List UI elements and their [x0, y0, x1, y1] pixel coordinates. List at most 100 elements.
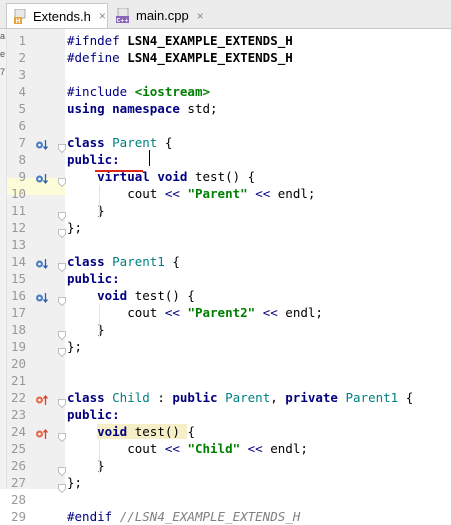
line-number: 18: [10, 322, 26, 337]
code-line: };: [67, 474, 82, 491]
h-file-icon: H: [13, 8, 28, 25]
strip-char: 7: [0, 67, 6, 77]
overrides-up-icon[interactable]: [35, 391, 49, 405]
line-number: 12: [10, 220, 26, 235]
fold-marker-icon[interactable]: [58, 478, 66, 494]
code-token: <<: [164, 305, 180, 320]
code-line: class Parent {: [67, 134, 172, 151]
tab-extends-h[interactable]: H Extends.h ×: [6, 3, 108, 28]
line-number: 6: [18, 118, 26, 133]
line-number: 25: [10, 441, 26, 456]
implemented-down-icon[interactable]: [35, 170, 49, 185]
code-line: void test() {: [67, 423, 195, 440]
code-line: public:: [67, 151, 120, 168]
code-token: public:: [67, 271, 120, 286]
svg-text:H: H: [16, 18, 21, 24]
fold-marker-icon[interactable]: [58, 172, 66, 188]
code-token: :: [149, 390, 173, 405]
line-number: 10: [10, 186, 26, 201]
code-token: LSN4_EXAMPLE_EXTENDS_H: [127, 50, 293, 65]
code-token: {: [398, 390, 414, 405]
code-token: #define: [67, 50, 128, 65]
code-token: endl;: [270, 186, 316, 201]
code-token: };: [67, 475, 83, 490]
code-token: {: [187, 424, 195, 439]
code-token: endl;: [262, 441, 308, 456]
fold-marker-icon[interactable]: [58, 206, 66, 222]
fold-marker-icon[interactable]: [58, 461, 66, 477]
fold-marker-icon[interactable]: [58, 393, 66, 409]
close-tab-icon[interactable]: ×: [99, 9, 106, 23]
code-token: std;: [187, 101, 218, 116]
line-number: 11: [10, 203, 26, 218]
line-number: 9: [18, 169, 26, 184]
svg-text:C++: C++: [117, 18, 129, 23]
code-token: class: [67, 390, 113, 405]
code-token: Child: [112, 390, 150, 405]
line-number: 14: [10, 254, 26, 269]
code-token: Parent1: [345, 390, 399, 405]
fold-marker-icon[interactable]: [58, 223, 66, 239]
code-token: <iostream>: [134, 84, 210, 99]
fold-marker-icon[interactable]: [58, 427, 66, 443]
implemented-down-icon[interactable]: [35, 255, 49, 270]
code-token: #include: [67, 84, 135, 99]
code-line: };: [67, 219, 82, 236]
line-number: 16: [10, 288, 26, 303]
code-token: "Parent": [187, 186, 248, 201]
code-token: class: [67, 135, 113, 150]
line-number: 13: [10, 237, 26, 252]
code-token: cout: [67, 186, 165, 201]
code-line: #ifndef LSN4_EXAMPLE_EXTENDS_H: [67, 32, 293, 49]
line-number: 29: [10, 509, 26, 524]
fold-marker-icon[interactable]: [58, 325, 66, 341]
code-line: class Parent1 {: [67, 253, 180, 270]
code-token: {: [164, 254, 180, 269]
tab-label: main.cpp: [136, 8, 189, 23]
code-token: };: [67, 339, 83, 354]
editor-tab-bar: H Extends.h × C++ main.cpp ×: [0, 0, 451, 29]
code-token: ,: [270, 390, 286, 405]
code-token: #endif: [67, 509, 120, 524]
line-number: 3: [18, 67, 26, 82]
implemented-down-icon[interactable]: [35, 136, 49, 151]
code-token: <<: [164, 186, 180, 201]
code-token: cout: [67, 305, 165, 320]
strip-char: a: [0, 31, 6, 41]
line-number: 19: [10, 339, 26, 354]
code-token: test(): [127, 424, 188, 439]
fold-marker-icon[interactable]: [58, 291, 66, 307]
error-underline: [95, 170, 143, 172]
code-token: test() {: [127, 288, 195, 303]
code-line: #endif //LSN4_EXAMPLE_EXTENDS_H: [67, 508, 300, 525]
code-line: #define LSN4_EXAMPLE_EXTENDS_H: [67, 49, 293, 66]
code-token: endl;: [277, 305, 323, 320]
code-token: <<: [255, 186, 271, 201]
fold-marker-icon[interactable]: [58, 257, 66, 273]
close-tab-icon[interactable]: ×: [197, 9, 204, 23]
code-token: };: [67, 220, 83, 235]
code-token: public:: [67, 152, 120, 167]
code-token: using namespace: [67, 101, 188, 116]
code-token: void: [97, 288, 128, 303]
code-token: #ifndef: [67, 33, 128, 48]
cpp-file-icon: C++: [116, 7, 131, 24]
code-token: {: [157, 135, 173, 150]
fold-marker-icon[interactable]: [58, 342, 66, 358]
code-token: Parent1: [112, 254, 165, 269]
code-token: <<: [262, 305, 278, 320]
code-line: class Child : public Parent, private Par…: [67, 389, 413, 406]
code-line: cout << "Parent2" << endl;: [67, 304, 323, 321]
code-token: "Parent2": [187, 305, 256, 320]
overrides-up-icon[interactable]: [35, 425, 49, 439]
fold-marker-icon[interactable]: [58, 138, 66, 154]
indent-guide: [99, 185, 100, 219]
tab-main-cpp[interactable]: C++ main.cpp ×: [110, 3, 205, 28]
code-line: cout << "Child" << endl;: [67, 440, 308, 457]
implemented-down-icon[interactable]: [35, 289, 49, 304]
code-token: public:: [67, 407, 120, 422]
